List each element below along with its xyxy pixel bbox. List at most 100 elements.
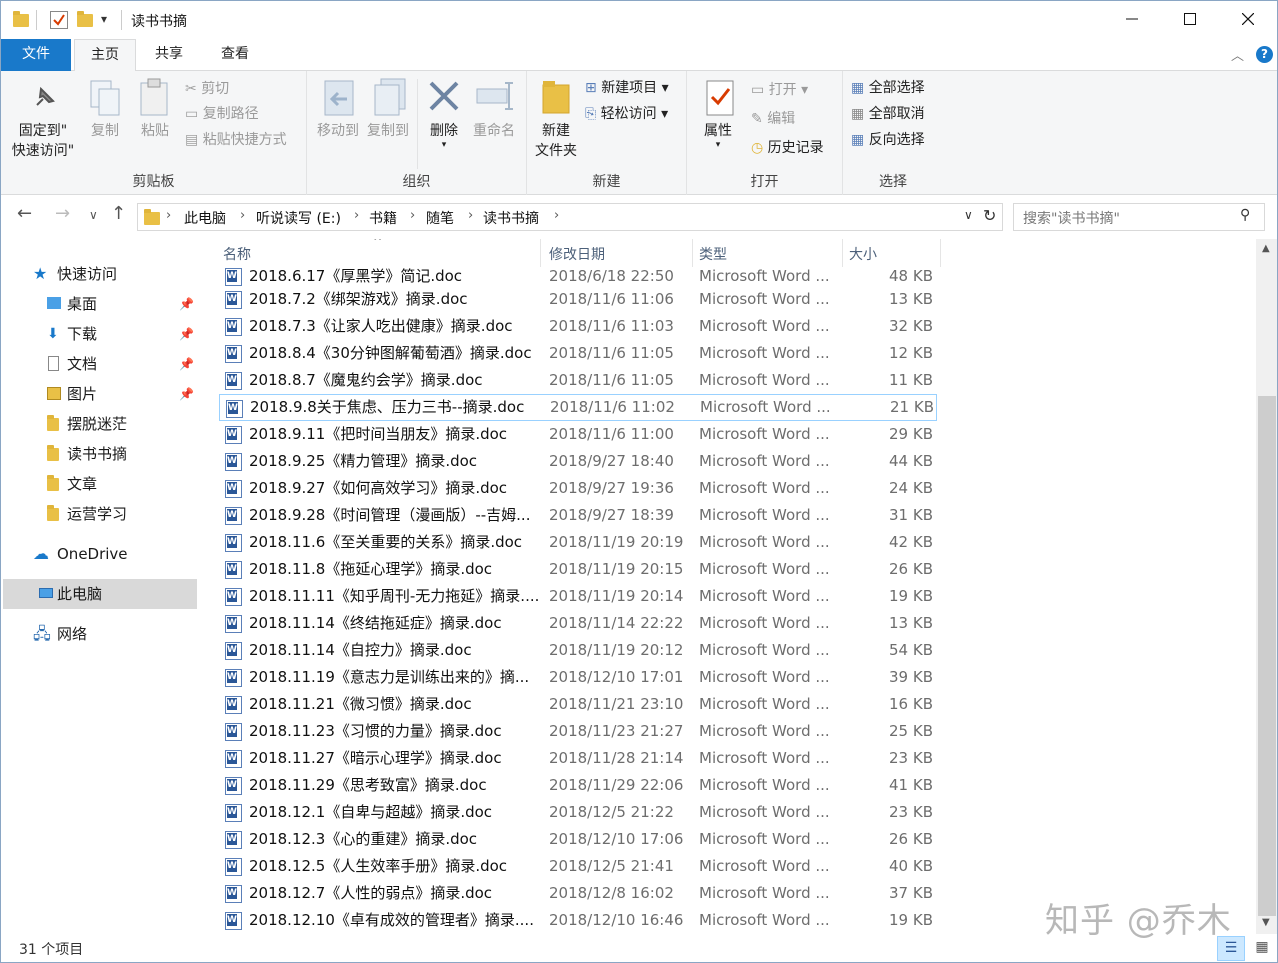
table-row[interactable]: 2018.8.7《魔鬼约会学》摘录.doc 2018/11/6 11:05 Micr… [219, 367, 937, 394]
table-row[interactable]: 2018.9.27《如何高效学习》摘录.doc 2018/9/27 19:36 Mi… [219, 475, 937, 502]
table-row[interactable]: 2018.11.19《意志力是训练出来的》摘... 2018/12/10 17:0… [219, 664, 937, 691]
file-size: 41 KB [889, 776, 933, 794]
forward-button[interactable]: → [55, 203, 70, 224]
nav-item-folder[interactable]: 文章 [1, 469, 201, 499]
large-icons-view-icon[interactable]: ▦ [1249, 936, 1275, 961]
table-row[interactable]: 2018.12.3《心的重建》摘录.doc 2018/12/10 17:06 Mic… [219, 826, 937, 853]
help-icon[interactable]: ? [1256, 46, 1273, 63]
properties-check-icon[interactable] [50, 11, 68, 29]
history-button[interactable]: ◷ 历史记录 [751, 138, 824, 158]
crumb-essays[interactable]: 随笔 [426, 208, 454, 228]
crumb-books[interactable]: 书籍 [369, 208, 397, 228]
copy-to-button[interactable]: 复制到 [363, 121, 413, 141]
table-row[interactable]: 2018.11.11《知乎周刊-无力拖延》摘录.... 2018/11/19 20… [219, 583, 937, 610]
table-row[interactable]: 2018.9.8关于焦虑、压力三书--摘录.doc 2018/11/6 11:02… [219, 394, 937, 421]
nav-this-pc[interactable]: 此电脑 [3, 579, 197, 609]
nav-item-downloads[interactable]: ⬇ 下载 📌 [1, 319, 201, 349]
scrollbar-thumb[interactable] [1258, 396, 1276, 916]
copy-path-button[interactable]: ▭ 复制路径 [185, 104, 259, 124]
nav-item-documents[interactable]: 文档 📌 [1, 349, 201, 379]
address-bar[interactable]: › 此电脑 › 听说读写 (E:) › 书籍 › 随笔 › 读书书摘 › ∨ ↻ [137, 203, 1003, 231]
table-row[interactable]: 2018.11.27《暗示心理学》摘录.doc 2018/11/28 21:14 M… [219, 745, 937, 772]
pin-icon: 📌 [179, 357, 194, 371]
table-row[interactable]: 2018.7.2《绑架游戏》摘录.doc 2018/11/6 11:06 Micro… [219, 286, 937, 313]
minimize-button[interactable] [1103, 1, 1161, 37]
nav-onedrive[interactable]: ☁ OneDrive [1, 539, 201, 569]
open-button[interactable]: ▭ 打开 ▾ [751, 80, 808, 100]
pin-to-quick-access-button[interactable]: 固定到" 快速访问" [7, 121, 79, 161]
column-name[interactable]: 名称 [217, 239, 541, 267]
new-folder-button[interactable]: 新建 文件夹 [531, 121, 581, 161]
nav-item-folder[interactable]: 摆脱迷茫 [1, 409, 201, 439]
move-to-button[interactable]: 移动到 [313, 121, 363, 141]
file-name: 2018.11.21《微习惯》摘录.doc [249, 695, 472, 713]
network-icon: 🖧 [33, 624, 51, 643]
column-type[interactable]: 类型 [693, 239, 843, 267]
tab-share[interactable]: 共享 [141, 39, 197, 71]
paste-button[interactable]: 粘贴 [135, 121, 175, 141]
paste-shortcut-button[interactable]: ▤ 粘贴快捷方式 [185, 130, 287, 150]
table-row[interactable]: 2018.9.11《把时间当朋友》摘录.doc 2018/11/6 11:00 Mi… [219, 421, 937, 448]
cut-button[interactable]: ✂ 剪切 [185, 79, 229, 99]
table-row[interactable]: 2018.9.28《时间管理（漫画版）--吉姆... 2018/9/27 18:3… [219, 502, 937, 529]
collapse-ribbon-icon[interactable]: ︿ [1231, 45, 1244, 64]
tab-view[interactable]: 查看 [207, 39, 263, 71]
table-row[interactable]: 2018.12.7《人性的弱点》摘录.doc 2018/12/8 16:02 Mic… [219, 880, 937, 907]
crumb-current[interactable]: 读书书摘 [483, 208, 539, 228]
table-row[interactable]: 2018.12.5《人生效率手册》摘录.doc 2018/12/5 21:41 Mi… [219, 853, 937, 880]
maximize-button[interactable] [1161, 1, 1219, 37]
table-row[interactable]: 2018.11.14《自控力》摘录.doc 2018/11/19 20:12 Mic… [219, 637, 937, 664]
table-row[interactable]: 2018.11.23《习惯的力量》摘录.doc 2018/11/23 21:27 M… [219, 718, 937, 745]
nav-item-pictures[interactable]: 图片 📌 [1, 379, 201, 409]
recent-locations-button[interactable]: ∨ [89, 208, 98, 222]
new-folder-icon[interactable] [77, 11, 93, 27]
file-name: 2018.8.7《魔鬼约会学》摘录.doc [249, 371, 483, 389]
close-button[interactable] [1219, 1, 1277, 37]
table-row[interactable]: 2018.11.29《思考致富》摘录.doc 2018/11/29 22:06 Mi… [219, 772, 937, 799]
table-row[interactable]: 2018.11.6《至关重要的关系》摘录.doc 2018/11/19 20:19… [219, 529, 937, 556]
table-row[interactable]: 2018.12.10《卓有成效的管理者》摘录.... 2018/12/10 16:… [219, 907, 937, 934]
file-date: 2018/11/19 20:15 [549, 560, 684, 578]
up-button[interactable]: ↑ [111, 203, 126, 224]
table-row[interactable]: 2018.11.14《终结拖延症》摘录.doc 2018/11/14 22:22 M… [219, 610, 937, 637]
easy-access-button[interactable]: ⎘ 轻松访问 ▾ [585, 104, 668, 124]
scroll-up-icon[interactable]: ▲ [1262, 243, 1270, 254]
tab-file[interactable]: 文件 [1, 39, 71, 71]
copy-button[interactable]: 复制 [85, 121, 125, 141]
tab-home[interactable]: 主页 [74, 39, 136, 72]
table-row[interactable]: 2018.12.1《自卑与超越》摘录.doc 2018/12/5 21:22 Mic… [219, 799, 937, 826]
crumb-drive-e[interactable]: 听说读写 (E:) [256, 208, 341, 228]
table-row[interactable]: 2018.9.25《精力管理》摘录.doc 2018/9/27 18:40 Micr… [219, 448, 937, 475]
back-button[interactable]: ← [17, 203, 32, 224]
chevron-right-icon: › [468, 208, 474, 223]
invert-selection-button[interactable]: ▦ 反向选择 [851, 130, 925, 150]
nav-network[interactable]: 🖧 网络 [1, 619, 201, 649]
delete-button[interactable]: 删除 ▾ [423, 121, 465, 150]
table-row[interactable]: 2018.11.21《微习惯》摘录.doc 2018/11/21 23:10 Mic… [219, 691, 937, 718]
nav-item-folder[interactable]: 运营学习 [1, 499, 201, 529]
properties-button[interactable]: 属性 ▾ [697, 121, 739, 150]
table-row[interactable]: 2018.8.4《30分钟图解葡萄酒》摘录.doc 2018/11/6 11:05… [219, 340, 937, 367]
qat-dropdown-icon[interactable]: ▾ [101, 12, 107, 26]
edit-button[interactable]: ✎ 编辑 [751, 109, 795, 129]
address-dropdown-icon[interactable]: ∨ [964, 208, 973, 222]
new-folder-large-icon [541, 79, 571, 119]
select-all-button[interactable]: ▦ 全部选择 [851, 78, 925, 98]
new-item-button[interactable]: ⊞ 新建项目 ▾ [585, 78, 669, 98]
nav-quick-access[interactable]: ★ 快速访问 [1, 259, 201, 289]
crumb-this-pc[interactable]: 此电脑 [184, 208, 226, 228]
nav-item-desktop[interactable]: 桌面 📌 [1, 289, 201, 319]
file-name: 2018.9.8关于焦虑、压力三书--摘录.doc [250, 398, 525, 416]
column-size[interactable]: 大小 [843, 239, 941, 267]
desktop-icon [47, 297, 61, 309]
refresh-icon[interactable]: ↻ [983, 206, 996, 225]
file-name: 2018.11.14《自控力》摘录.doc [249, 641, 472, 659]
rename-button[interactable]: 重命名 [467, 121, 521, 141]
table-row[interactable]: 2018.11.8《拖延心理学》摘录.doc 2018/11/19 20:15 Mi… [219, 556, 937, 583]
select-none-button[interactable]: ▦ 全部取消 [851, 104, 925, 124]
table-row[interactable]: 2018.7.3《让家人吃出健康》摘录.doc 2018/11/6 11:03 Mi… [219, 313, 937, 340]
search-input[interactable]: 搜索"读书书摘" ⚲ [1013, 203, 1265, 231]
scroll-down-icon[interactable]: ▼ [1262, 917, 1270, 928]
column-date[interactable]: 修改日期 [543, 239, 693, 267]
nav-item-folder[interactable]: 读书书摘 [1, 439, 201, 469]
